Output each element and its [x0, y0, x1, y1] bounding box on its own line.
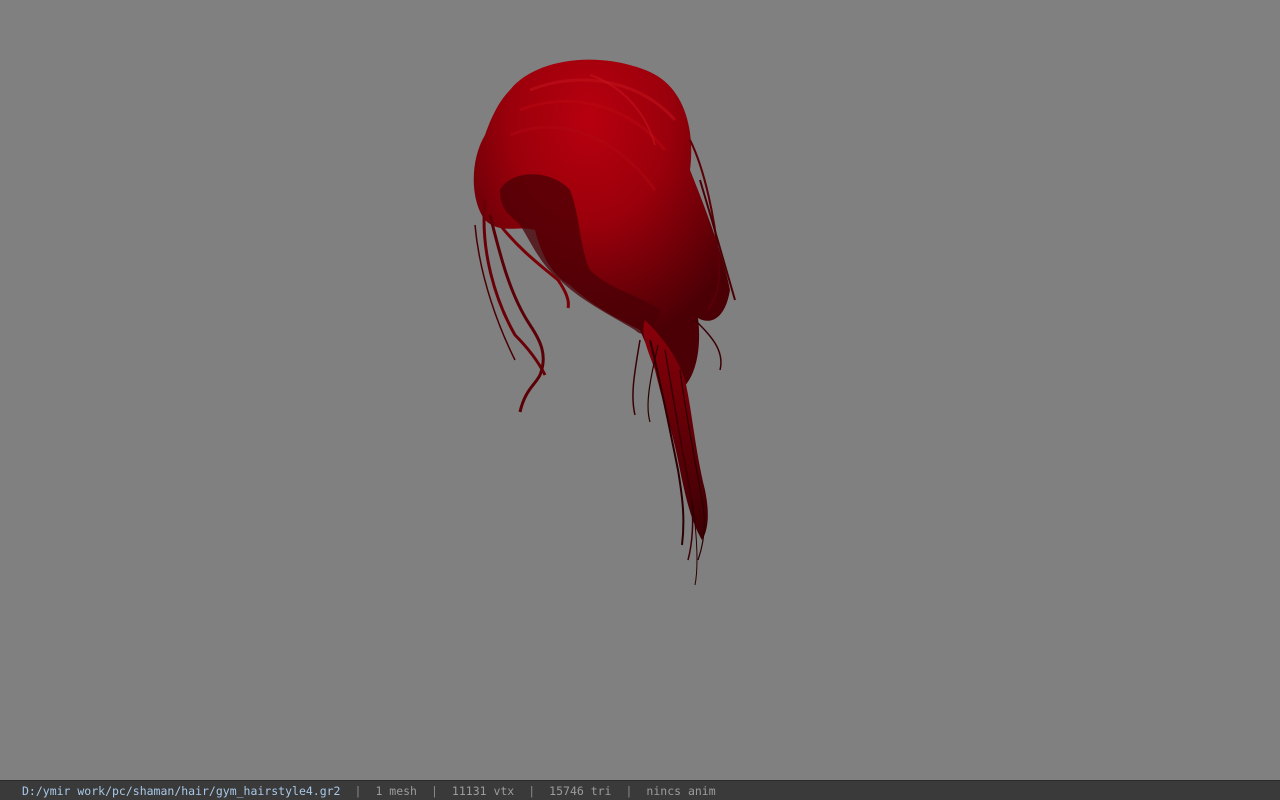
3d-viewport[interactable]	[0, 0, 1280, 780]
status-vertex-count: 11131 vtx	[451, 783, 515, 798]
hair-model	[473, 59, 736, 586]
status-anim: nincs anim	[646, 783, 716, 798]
status-separator: |	[528, 783, 536, 798]
status-bar: D:/ymir work/pc/shaman/hair/gym_hairstyl…	[0, 780, 1280, 800]
status-separator: |	[430, 783, 438, 798]
status-file-path: D:/ymir work/pc/shaman/hair/gym_hairstyl…	[22, 783, 341, 798]
status-separator: |	[354, 783, 362, 798]
status-mesh-count: 1 mesh	[375, 783, 417, 798]
status-triangle-count: 15746 tri	[549, 783, 612, 798]
status-separator: |	[625, 783, 633, 798]
